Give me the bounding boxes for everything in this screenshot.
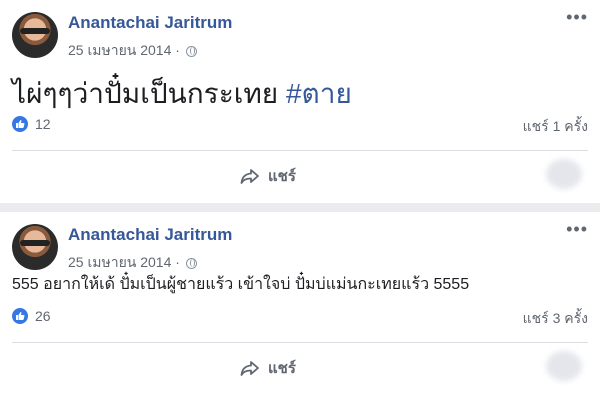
share-count[interactable]: แชร์ 1 ครั้ง <box>523 116 588 138</box>
like-count[interactable]: 12 <box>35 116 51 132</box>
post-actions: แชร์ <box>12 151 588 197</box>
post-date[interactable]: 25 เมษายน 2014 · <box>68 40 180 62</box>
post-text: ไผ่ๆๆว่าปั๋มเป็นกระเทย #ตาย <box>12 62 588 116</box>
news-feed: Anantachai Jaritrum 25 เมษายน 2014 · •••… <box>0 0 600 402</box>
share-count[interactable]: แชร์ 3 ครั้ง <box>523 308 588 330</box>
post-stats: 12 แชร์ 1 ครั้ง <box>12 116 588 150</box>
post-actions: แชร์ <box>12 343 588 389</box>
share-label: แชร์ <box>268 168 296 185</box>
post-header: Anantachai Jaritrum 25 เมษายน 2014 · ••• <box>12 0 588 62</box>
globe-icon[interactable] <box>185 257 197 269</box>
post-header: Anantachai Jaritrum 25 เมษายน 2014 · ••• <box>12 212 588 274</box>
more-dots-icon[interactable]: ••• <box>566 220 588 238</box>
post-1: Anantachai Jaritrum 25 เมษายน 2014 · •••… <box>0 0 600 203</box>
post-text-main: ไผ่ๆๆว่าปั๋มเป็นกระเทย <box>12 78 286 109</box>
thumbs-up-icon[interactable] <box>12 308 28 324</box>
share-button[interactable]: แชร์ <box>240 356 296 380</box>
share-label: แชร์ <box>268 360 296 377</box>
share-arrow-icon <box>240 169 259 184</box>
globe-icon[interactable] <box>185 45 197 57</box>
avatar[interactable] <box>12 224 58 270</box>
commenter-avatar[interactable] <box>546 351 582 381</box>
more-dots-icon[interactable]: ••• <box>566 8 588 26</box>
share-arrow-icon <box>240 361 259 376</box>
share-button[interactable]: แชร์ <box>240 164 296 188</box>
post-text: 555 อยากให้เด้ ปั๋มเป็นผู้ชายแร้ว เข้าใจ… <box>12 276 470 293</box>
post-date[interactable]: 25 เมษายน 2014 · <box>68 252 180 274</box>
like-count[interactable]: 26 <box>35 308 51 324</box>
author-name[interactable]: Anantachai Jaritrum <box>68 13 232 33</box>
post-meta: 25 เมษายน 2014 · <box>68 252 197 274</box>
thumbs-up-icon[interactable] <box>12 116 28 132</box>
commenter-avatar[interactable] <box>546 159 582 189</box>
post-stats: 26 แชร์ 3 ครั้ง <box>12 308 588 342</box>
post-2: Anantachai Jaritrum 25 เมษายน 2014 · •••… <box>0 212 600 402</box>
post-meta: 25 เมษายน 2014 · <box>68 40 197 62</box>
avatar[interactable] <box>12 12 58 58</box>
hashtag-link[interactable]: #ตาย <box>286 78 352 109</box>
author-name[interactable]: Anantachai Jaritrum <box>68 225 232 245</box>
